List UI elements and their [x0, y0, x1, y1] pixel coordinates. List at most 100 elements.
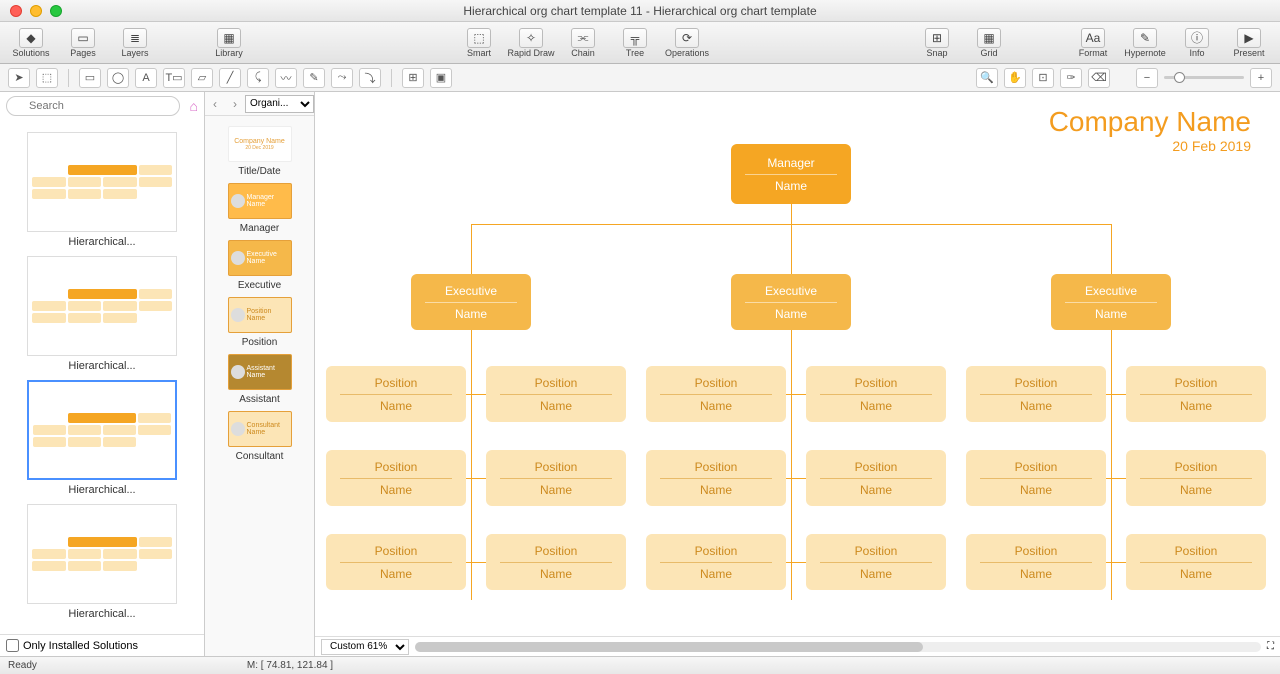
lib-label: Title/Date	[209, 166, 310, 177]
textbox-tool[interactable]: T▭	[163, 68, 185, 88]
stamp-tool[interactable]: ⊡	[1032, 68, 1054, 88]
org-position[interactable]: PositionName	[966, 534, 1106, 590]
lib-item-assistant[interactable]: AssistantName Assistant	[209, 354, 310, 405]
label: Library	[215, 48, 243, 58]
lib-item-manager[interactable]: ManagerName Manager	[209, 183, 310, 234]
label: Layers	[121, 48, 148, 58]
canvas-scroll[interactable]: Company Name 20 Feb 2019 Manager Name	[315, 92, 1280, 636]
org-executive[interactable]: ExecutiveName	[731, 274, 851, 330]
library-selector[interactable]: Organi...	[245, 95, 314, 113]
label: Tree	[626, 48, 644, 58]
lib-label: Manager	[209, 223, 310, 234]
home-icon[interactable]: ⌂	[190, 98, 198, 114]
layers-button[interactable]: ≣Layers	[110, 24, 160, 62]
present-button[interactable]: ▶Present	[1224, 24, 1274, 62]
org-position[interactable]: PositionName	[326, 534, 466, 590]
template-thumb-3[interactable]: Hierarchical...	[27, 380, 177, 496]
org-position[interactable]: PositionName	[486, 450, 626, 506]
org-executive[interactable]: ExecutiveName	[411, 274, 531, 330]
line-tool[interactable]: ╱	[219, 68, 241, 88]
grid-button[interactable]: ▦Grid	[964, 24, 1014, 62]
curve-tool[interactable]: 〰	[275, 68, 297, 88]
org-position[interactable]: PositionName	[326, 366, 466, 422]
org-position[interactable]: PositionName	[1126, 366, 1266, 422]
template-thumb-1[interactable]: Hierarchical...	[27, 132, 177, 248]
hypernote-button[interactable]: ✎Hypernote	[1120, 24, 1170, 62]
smart-button[interactable]: ⬚Smart	[454, 24, 504, 62]
only-installed-label: Only Installed Solutions	[23, 640, 138, 652]
label: Hypernote	[1124, 48, 1166, 58]
zoom-window[interactable]	[50, 5, 62, 17]
org-position[interactable]: PositionName	[806, 366, 946, 422]
erase-tool[interactable]: ⌫	[1088, 68, 1110, 88]
canvas[interactable]: Company Name 20 Feb 2019 Manager Name	[321, 98, 1261, 636]
org-position[interactable]: PositionName	[646, 534, 786, 590]
only-installed-checkbox[interactable]	[6, 639, 19, 652]
org-position[interactable]: PositionName	[966, 450, 1106, 506]
org-position[interactable]: PositionName	[806, 450, 946, 506]
search-input[interactable]	[6, 96, 180, 116]
pen-tool[interactable]: ✎	[303, 68, 325, 88]
hand-tool[interactable]: ✋	[1004, 68, 1026, 88]
library-panel: ‹ › Organi... Company Name20 Dec 2019 Ti…	[205, 92, 315, 656]
pointer-tool[interactable]: ➤	[8, 68, 30, 88]
minimize-window[interactable]	[30, 5, 42, 17]
close-window[interactable]	[10, 5, 22, 17]
zoom-select[interactable]: Custom 61%	[321, 639, 409, 655]
zoom-tool[interactable]: 🔍	[976, 68, 998, 88]
lib-item-executive[interactable]: ExecutiveName Executive	[209, 240, 310, 291]
info-button[interactable]: ⓘInfo	[1172, 24, 1222, 62]
zoom-in-icon[interactable]: +	[1250, 68, 1272, 88]
text-tool[interactable]: A	[135, 68, 157, 88]
connector2-tool[interactable]: ⤵	[359, 68, 381, 88]
main-toolbar: ◆Solutions ▭Pages ≣Layers ▦Library ⬚Smar…	[0, 22, 1280, 64]
company-date[interactable]: 20 Feb 2019	[1049, 138, 1251, 154]
company-name[interactable]: Company Name	[1049, 106, 1251, 138]
org-manager[interactable]: Manager Name	[731, 144, 851, 204]
group-tool[interactable]: ⊞	[402, 68, 424, 88]
template-thumb-4[interactable]: Hierarchical...	[27, 504, 177, 620]
pages-button[interactable]: ▭Pages	[58, 24, 108, 62]
titlebar: Hierarchical org chart template 11 - Hie…	[0, 0, 1280, 22]
lib-item-title-date[interactable]: Company Name20 Dec 2019 Title/Date	[209, 126, 310, 177]
snap-button[interactable]: ⊞Snap	[912, 24, 962, 62]
arc-tool[interactable]: ⤹	[247, 68, 269, 88]
library-button[interactable]: ▦Library	[204, 24, 254, 62]
solutions-button[interactable]: ◆Solutions	[6, 24, 56, 62]
tree-button[interactable]: ╦Tree	[610, 24, 660, 62]
zoom-out-icon[interactable]: −	[1136, 68, 1158, 88]
lib-next[interactable]: ›	[225, 97, 245, 111]
connector-tool[interactable]: ⤳	[331, 68, 353, 88]
horizontal-scrollbar[interactable]	[415, 642, 1261, 652]
org-position[interactable]: PositionName	[966, 366, 1106, 422]
rect-tool[interactable]: ▭	[79, 68, 101, 88]
template-thumb-2[interactable]: Hierarchical...	[27, 256, 177, 372]
org-position[interactable]: PositionName	[1126, 534, 1266, 590]
label: Rapid Draw	[507, 48, 554, 58]
rapid-draw-button[interactable]: ✧Rapid Draw	[506, 24, 556, 62]
org-position[interactable]: PositionName	[326, 450, 466, 506]
lib-item-position[interactable]: PositionName Position	[209, 297, 310, 348]
chain-button[interactable]: ⫘Chain	[558, 24, 608, 62]
container-tool[interactable]: ▣	[430, 68, 452, 88]
lib-item-consultant[interactable]: ConsultantName Consultant	[209, 411, 310, 462]
operations-button[interactable]: ⟳Operations	[662, 24, 712, 62]
org-position[interactable]: PositionName	[646, 366, 786, 422]
zoom-slider[interactable]	[1164, 76, 1244, 79]
org-position[interactable]: PositionName	[486, 534, 626, 590]
thumb-label: Hierarchical...	[27, 360, 177, 372]
eyedropper-tool[interactable]: ✑	[1060, 68, 1082, 88]
format-button[interactable]: AaFormat	[1068, 24, 1118, 62]
ellipse-tool[interactable]: ◯	[107, 68, 129, 88]
lib-prev[interactable]: ‹	[205, 97, 225, 111]
org-executive[interactable]: ExecutiveName	[1051, 274, 1171, 330]
org-position[interactable]: PositionName	[806, 534, 946, 590]
org-position[interactable]: PositionName	[486, 366, 626, 422]
callout-tool[interactable]: ▱	[191, 68, 213, 88]
fit-icon[interactable]: ⛶	[1267, 641, 1274, 652]
org-position[interactable]: PositionName	[1126, 450, 1266, 506]
org-position[interactable]: PositionName	[646, 450, 786, 506]
label: Chain	[571, 48, 595, 58]
marquee-tool[interactable]: ⬚	[36, 68, 58, 88]
window-title: Hierarchical org chart template 11 - Hie…	[0, 4, 1280, 18]
